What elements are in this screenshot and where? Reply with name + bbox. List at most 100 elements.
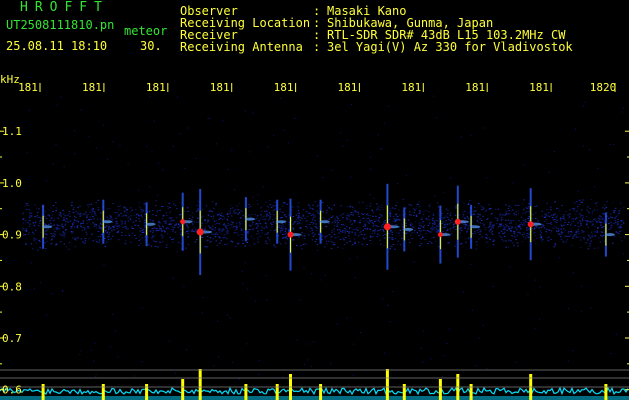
- noise-speck: [239, 223, 241, 225]
- noise-speck: [179, 133, 181, 135]
- noise-speck: [100, 239, 103, 241]
- noise-speck: [524, 237, 527, 239]
- noise-speck: [498, 226, 500, 228]
- noise-speck: [95, 223, 98, 225]
- noise-speck: [137, 224, 140, 226]
- noise-speck: [575, 234, 577, 236]
- time-tick-label: 181: [210, 81, 230, 94]
- noise-speck: [526, 227, 528, 229]
- noise-speck: [53, 236, 55, 238]
- noise-speck: [333, 204, 336, 206]
- noise-speck: [365, 237, 367, 239]
- noise-speck: [208, 210, 211, 212]
- noise-speck: [413, 230, 416, 232]
- noise-speck: [163, 230, 165, 232]
- noise-speck: [74, 238, 76, 240]
- noise-speck: [167, 228, 170, 230]
- noise-speck: [570, 228, 573, 230]
- noise-speck: [304, 217, 306, 219]
- noise-speck: [261, 227, 264, 229]
- noise-speck: [314, 241, 317, 243]
- noise-speck: [503, 229, 505, 231]
- noise-speck: [25, 208, 28, 210]
- noise-speck: [91, 233, 93, 235]
- noise-speck: [130, 207, 132, 209]
- noise-speck: [154, 245, 157, 247]
- noise-speck: [31, 248, 34, 250]
- noise-speck: [33, 233, 35, 235]
- noise-speck: [30, 262, 32, 264]
- noise-speck: [368, 222, 370, 224]
- noise-speck: [86, 216, 88, 218]
- noise-speck: [576, 210, 578, 212]
- noise-speck: [169, 206, 171, 208]
- noise-speck: [238, 378, 240, 380]
- noise-speck: [396, 224, 398, 226]
- noise-speck: [502, 224, 505, 226]
- noise-speck: [508, 227, 510, 229]
- noise-speck: [590, 240, 592, 242]
- noise-speck: [596, 221, 598, 222]
- noise-speck: [220, 233, 223, 235]
- noise-speck: [321, 202, 324, 204]
- noise-speck: [356, 256, 358, 258]
- noise-speck: [80, 238, 83, 240]
- noise-speck: [39, 219, 42, 221]
- noise-speck: [578, 213, 581, 215]
- noise-speck: [204, 228, 206, 230]
- noise-speck: [594, 235, 596, 237]
- noise-speck: [183, 286, 185, 287]
- noise-speck: [435, 220, 438, 222]
- noise-speck: [219, 237, 221, 239]
- noise-speck: [284, 238, 287, 240]
- noise-speck: [377, 230, 379, 232]
- noise-speck: [240, 233, 243, 235]
- noise-speck: [180, 234, 182, 235]
- noise-speck: [159, 222, 162, 224]
- noise-speck: [511, 209, 514, 211]
- noise-speck: [282, 211, 284, 213]
- noise-speck: [35, 242, 38, 244]
- noise-speck: [389, 213, 392, 215]
- noise-speck: [523, 233, 526, 235]
- noise-speck: [567, 224, 569, 225]
- noise-speck: [75, 221, 78, 222]
- noise-speck: [523, 220, 525, 222]
- noise-speck: [429, 219, 431, 221]
- noise-speck: [557, 233, 560, 235]
- noise-speck: [382, 229, 385, 231]
- noise-speck: [197, 221, 200, 223]
- noise-speck: [92, 216, 94, 217]
- noise-speck: [109, 208, 111, 210]
- noise-speck: [450, 177, 451, 179]
- noise-speck: [104, 230, 107, 232]
- noise-speck: [257, 203, 259, 205]
- noise-speck: [74, 153, 76, 155]
- noise-speck: [267, 146, 269, 148]
- noise-speck: [579, 216, 582, 218]
- noise-speck: [59, 212, 62, 213]
- noise-speck: [135, 216, 138, 218]
- noise-speck: [108, 234, 110, 236]
- noise-speck: [38, 239, 40, 241]
- noise-speck: [112, 314, 114, 315]
- noise-speck: [351, 223, 354, 225]
- noise-speck: [77, 236, 79, 238]
- noise-speck: [569, 224, 572, 226]
- noise-speck: [333, 233, 336, 235]
- noise-speck: [325, 212, 328, 214]
- noise-speck: [45, 211, 47, 213]
- noise-speck: [184, 232, 186, 234]
- noise-speck: [425, 218, 427, 220]
- noise-speck: [316, 205, 318, 207]
- noise-speck: [27, 221, 29, 223]
- noise-speck: [490, 221, 493, 223]
- noise-speck: [592, 235, 595, 237]
- noise-speck: [396, 218, 399, 220]
- noise-speck: [374, 232, 376, 234]
- noise-speck: [492, 225, 494, 227]
- noise-speck: [191, 212, 194, 214]
- noise-speck: [162, 225, 164, 227]
- noise-speck: [152, 240, 155, 242]
- noise-speck: [311, 207, 313, 209]
